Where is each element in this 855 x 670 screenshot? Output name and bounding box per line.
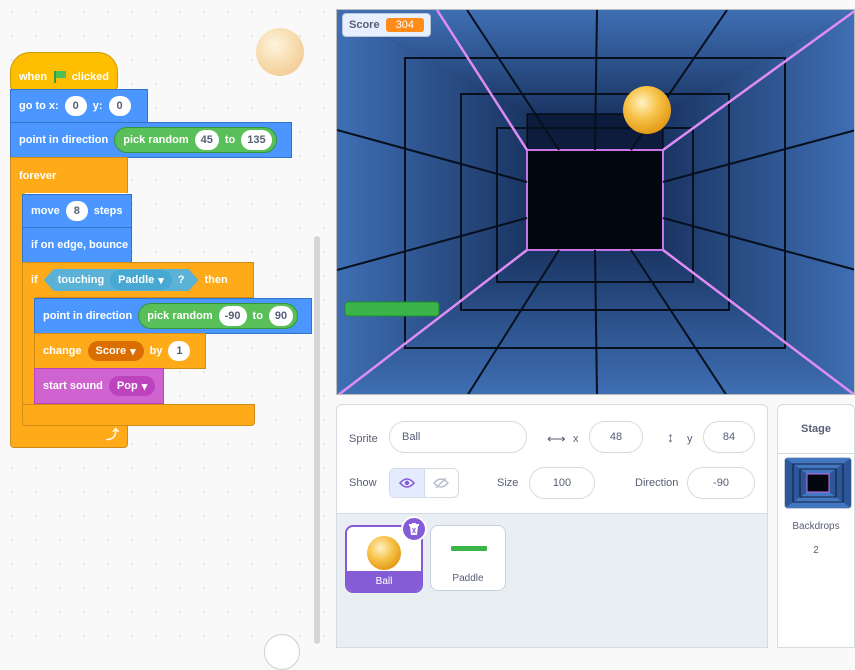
move-steps-block[interactable]: move 8 steps [22, 194, 132, 228]
dropdown-value: Paddle [118, 274, 155, 286]
hide-eye-icon[interactable] [425, 469, 459, 497]
sprite-info-panel: Sprite Ball ⟷ x 48 ↕ y 84 Show Size 100 … [337, 405, 767, 514]
sound-dropdown[interactable]: Pop ▾ [108, 376, 156, 396]
if-then-block[interactable]: if touching Paddle ▾ ? then [22, 262, 254, 298]
block-text: move [31, 205, 60, 217]
block-text: touching [57, 274, 105, 286]
change-variable-block[interactable]: change Score ▾ by 1 [34, 333, 206, 369]
ball-sprite[interactable] [623, 86, 671, 134]
size-value: 100 [552, 477, 572, 489]
zoom-button[interactable] [264, 634, 300, 670]
block-text: if on edge, bounce [31, 239, 129, 251]
sprite-name-value: Ball [402, 431, 421, 443]
stage-title: Stage [778, 405, 854, 454]
block-text: ? [177, 274, 185, 286]
block-text: y: [92, 100, 103, 112]
block-text: pick random [123, 134, 189, 146]
visibility-toggle [389, 468, 459, 498]
x-position-input[interactable]: 48 [589, 421, 643, 453]
direction-value: -90 [713, 477, 729, 489]
loop-arrow-icon: ⤴ [105, 427, 119, 442]
horizontal-arrows-icon: ⟷ [547, 431, 566, 446]
block-text: when [19, 71, 48, 83]
block-text: to [224, 134, 236, 146]
dropdown-value: Pop [116, 380, 138, 392]
stage-selector[interactable]: Stage Backdrops 2 [777, 404, 855, 648]
variable-dropdown[interactable]: Score ▾ [87, 341, 144, 361]
backdrops-count: 2 [813, 545, 819, 556]
monitor-value: 304 [385, 18, 424, 32]
backdrops-label: Backdrops [792, 521, 840, 532]
chevron-down-icon: ▾ [141, 380, 148, 393]
block-text: to [252, 310, 263, 322]
paddle-sprite[interactable] [344, 301, 440, 317]
size-input[interactable]: 100 [529, 467, 595, 499]
point-in-direction-block[interactable]: point in direction pick random 45 to 135 [10, 122, 292, 158]
y-value: 84 [722, 431, 736, 443]
chevron-down-icon: ▾ [130, 345, 136, 358]
tunnel-backdrop [337, 10, 854, 394]
code-area-scrollbar[interactable] [314, 236, 320, 644]
block-text: point in direction [19, 134, 109, 146]
touching-block[interactable]: touching Paddle ▾ ? [44, 269, 199, 291]
sprite-tile-name: Paddle [452, 573, 484, 584]
steps-input[interactable]: 8 [65, 201, 88, 221]
change-by-input[interactable]: 1 [168, 341, 191, 361]
dropdown-value: Score [95, 345, 127, 357]
block-text: start sound [43, 380, 103, 392]
score-variable-monitor[interactable]: Score 304 [342, 13, 431, 37]
block-text: then [204, 274, 228, 286]
sprite-tile-name: Ball [347, 571, 421, 591]
y-label: y [687, 433, 693, 445]
code-area[interactable]: when clicked go to x: 0 y: 0 point in di… [0, 0, 333, 670]
forever-block[interactable]: forever [10, 157, 128, 193]
trash-icon [409, 523, 419, 535]
pick-random-block[interactable]: pick random 45 to 135 [114, 127, 277, 153]
sprite-name-input[interactable]: Ball [389, 421, 527, 453]
y-input[interactable]: 0 [108, 96, 131, 116]
touching-target-dropdown[interactable]: Paddle ▾ [110, 270, 172, 290]
block-text: pick random [147, 310, 213, 322]
size-label: Size [497, 477, 519, 489]
block-text: by [149, 345, 163, 357]
sprite-tile-paddle[interactable]: Paddle [430, 525, 506, 591]
vertical-arrows-icon: ↕ [667, 429, 674, 445]
point-in-direction-block-2[interactable]: point in direction pick random -90 to 90 [34, 298, 312, 334]
stage-backdrop-thumbnail[interactable] [784, 457, 852, 509]
block-text: steps [93, 205, 123, 217]
sprite-label: Sprite [349, 433, 378, 445]
x-value: 48 [609, 431, 623, 443]
when-flag-clicked-block[interactable]: when clicked [10, 52, 118, 90]
start-sound-block[interactable]: start sound Pop ▾ [34, 368, 164, 404]
green-flag-icon [53, 71, 66, 83]
if-on-edge-bounce-block[interactable]: if on edge, bounce [22, 227, 132, 263]
if-block-bottom[interactable] [22, 404, 255, 426]
show-eye-icon[interactable] [390, 469, 425, 497]
monitor-label: Score [349, 19, 380, 31]
show-label: Show [349, 477, 377, 489]
block-text: point in direction [43, 310, 133, 322]
stage-canvas[interactable] [336, 9, 855, 395]
block-text: forever [19, 169, 57, 182]
paddle-costume-icon [451, 546, 487, 551]
sprite-costume-preview [256, 28, 304, 76]
x-input[interactable]: 0 [64, 96, 87, 116]
random-from-input[interactable]: -90 [218, 306, 247, 326]
block-text: if [31, 274, 38, 286]
y-position-input[interactable]: 84 [703, 421, 755, 453]
random-to-input[interactable]: 90 [268, 306, 294, 326]
block-text: go to x: [19, 100, 59, 112]
pick-random-block-2[interactable]: pick random -90 to 90 [138, 303, 299, 329]
go-to-xy-block[interactable]: go to x: 0 y: 0 [10, 89, 148, 123]
block-text: clicked [71, 71, 109, 83]
random-from-input[interactable]: 45 [194, 130, 219, 150]
delete-sprite-button[interactable] [401, 516, 427, 542]
direction-label: Direction [635, 477, 679, 489]
chevron-down-icon: ▾ [158, 274, 164, 287]
random-to-input[interactable]: 135 [241, 130, 272, 150]
direction-input[interactable]: -90 [687, 467, 755, 499]
x-label: x [573, 433, 579, 445]
block-text: change [43, 345, 82, 357]
